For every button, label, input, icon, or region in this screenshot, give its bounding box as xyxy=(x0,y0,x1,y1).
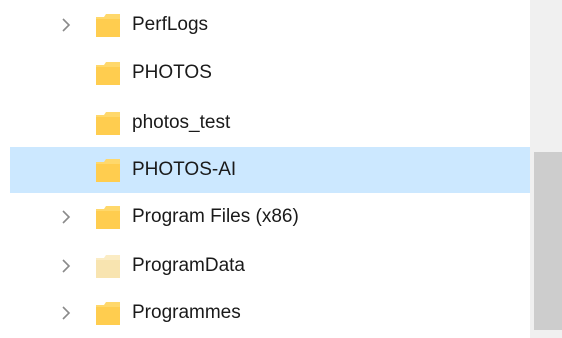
chevron-right-icon[interactable] xyxy=(58,304,74,322)
tree-item-perflogs[interactable]: PerfLogs xyxy=(10,2,530,48)
folder-hidden-icon xyxy=(94,251,122,281)
tree-item-label: photos_test xyxy=(132,112,231,133)
tree-item-label: PHOTOS-AI xyxy=(132,159,237,180)
tree-item-label: Program Files (x86) xyxy=(132,206,299,227)
tree-item-programmes[interactable]: Programmes xyxy=(10,290,530,336)
tree-item-photos[interactable]: PHOTOS xyxy=(10,50,530,96)
folder-icon xyxy=(94,58,122,88)
folder-icon xyxy=(94,298,122,328)
folder-icon xyxy=(94,108,122,138)
chevron-right-icon[interactable] xyxy=(58,257,74,275)
folder-icon xyxy=(94,155,122,185)
tree-item-label: PHOTOS xyxy=(132,62,212,83)
folder-icon xyxy=(94,202,122,232)
chevron-right-icon[interactable] xyxy=(58,208,74,226)
tree-item-label: PerfLogs xyxy=(132,14,209,35)
folder-icon xyxy=(94,10,122,40)
chevron-right-icon[interactable] xyxy=(58,16,74,34)
tree-item-program-files-x86[interactable]: Program Files (x86) xyxy=(10,194,530,240)
tree-item-label: ProgramData xyxy=(132,255,245,276)
file-explorer-navigation-pane: PerfLogs PHOTOS photos_test PHOTOS-AI Pr… xyxy=(0,0,562,338)
folder-tree: PerfLogs PHOTOS photos_test PHOTOS-AI Pr… xyxy=(0,0,530,338)
tree-item-label: Programmes xyxy=(132,302,241,323)
vertical-scrollbar[interactable] xyxy=(530,0,562,338)
tree-item-photos-test[interactable]: photos_test xyxy=(10,100,530,146)
scrollbar-thumb[interactable] xyxy=(534,152,562,330)
tree-item-photos-ai[interactable]: PHOTOS-AI xyxy=(10,147,530,193)
tree-item-programdata[interactable]: ProgramData xyxy=(10,243,530,289)
